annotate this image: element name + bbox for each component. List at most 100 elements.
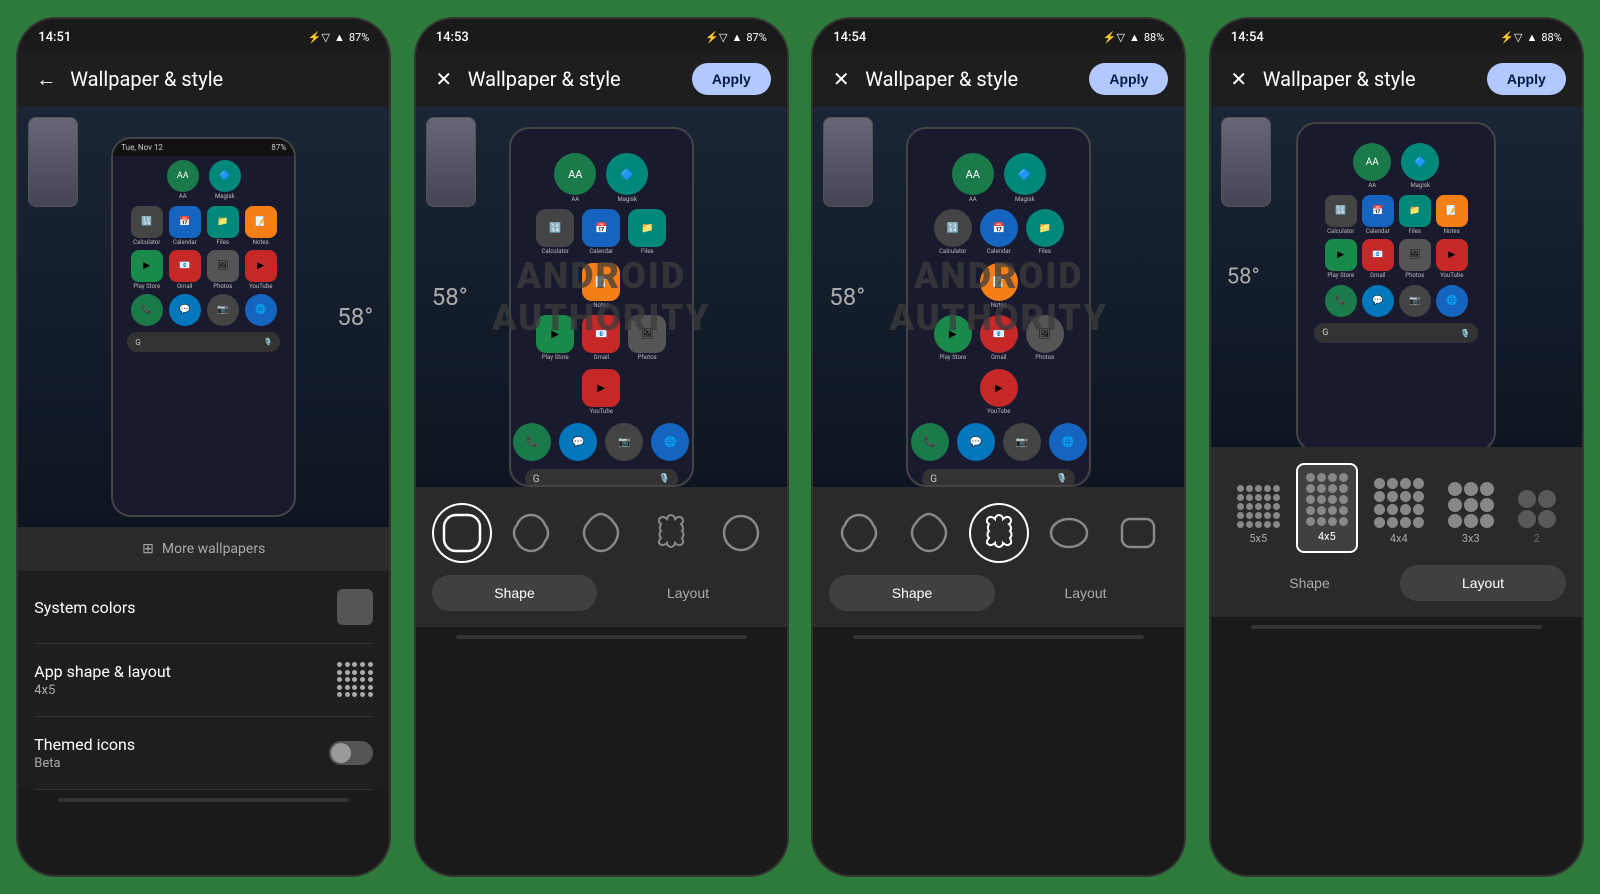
shape-flower-3[interactable] <box>969 503 1029 563</box>
tab-row-4: Shape Layout <box>1227 565 1566 601</box>
shape-circle-3[interactable] <box>1039 503 1099 563</box>
pip-status-1: Tue, Nov 12 87% <box>113 139 294 156</box>
themed-icons-row[interactable]: Themed icons Beta <box>34 717 373 790</box>
pip-icon-magisk: 🔷 Magisk <box>209 160 241 200</box>
signal-icon-1: ⚡▽ <box>308 31 330 44</box>
pip-icon-img-aa: AA <box>167 160 199 192</box>
themed-icons-title: Themed icons <box>34 735 135 754</box>
system-colors-row[interactable]: System colors <box>34 571 373 644</box>
layout-4x5[interactable]: 4x5 <box>1296 463 1358 553</box>
pip-gmail: 📧Gmail <box>169 250 201 290</box>
home-indicator-1 <box>58 798 349 802</box>
pip-cam: 📷 <box>207 294 239 326</box>
pip-files: 📁Files <box>207 206 239 246</box>
squircle-svg <box>440 511 484 555</box>
wallpaper-thumb-3[interactable] <box>823 117 873 207</box>
layout-4x4[interactable]: 4x4 <box>1366 470 1432 553</box>
status-icons-3: ⚡▽ ▲ 88% <box>1103 31 1164 44</box>
layout-4x5-grid <box>1306 473 1348 526</box>
wallpaper-preview-3: ANDROID AUTHORITY AAAA 🔷Magisk 🔢Calculat… <box>813 107 1184 487</box>
layout-3x3-grid <box>1448 482 1494 528</box>
shape-squircle[interactable] <box>432 503 492 563</box>
shape-tab-2[interactable]: Shape <box>432 575 598 611</box>
top-bar-1: ← Wallpaper & style <box>18 51 389 107</box>
wifi-icon-2: ▲ <box>731 31 742 44</box>
app-shape-title: App shape & layout <box>34 662 171 681</box>
phone-in-phone-4: AAAA 🔷Magisk 🔢Calculator 📅Calendar 📁File… <box>1296 122 1496 447</box>
blob2-svg <box>579 511 623 555</box>
shape-blob1[interactable] <box>502 503 562 563</box>
shape-blob1-3[interactable] <box>829 503 889 563</box>
top-bar-title-1: Wallpaper & style <box>70 67 373 91</box>
wifi-icon-1: ▲ <box>334 31 345 44</box>
apply-button-3[interactable]: Apply <box>1089 63 1168 95</box>
shape-flower[interactable] <box>641 503 701 563</box>
pip-time-1: Tue, Nov 12 <box>121 143 163 152</box>
shape-roundrect-3[interactable] <box>1108 503 1168 563</box>
apply-button-2[interactable]: Apply <box>692 63 771 95</box>
battery-3: 88% <box>1144 31 1164 44</box>
shape-blob2-3[interactable] <box>899 503 959 563</box>
pip-icon-aa: AA AA <box>167 160 199 200</box>
layout-5x5[interactable]: 5x5 <box>1229 477 1288 553</box>
layout-tab-4[interactable]: Layout <box>1400 565 1566 601</box>
signal-icon-3: ⚡▽ <box>1103 31 1125 44</box>
status-time-4: 14:54 <box>1231 30 1264 45</box>
tab-row-3: Shape Layout <box>829 575 1168 611</box>
close-button-4[interactable]: ✕ <box>1227 67 1251 91</box>
shape-tab-3[interactable]: Shape <box>829 575 995 611</box>
shape-tab-4[interactable]: Shape <box>1227 565 1393 601</box>
status-time-2: 14:53 <box>436 30 469 45</box>
close-button-2[interactable]: ✕ <box>432 67 456 91</box>
layout-tab-2[interactable]: Layout <box>605 575 771 611</box>
wifi-icon-3: ▲ <box>1129 31 1140 44</box>
layout-more[interactable]: 2 <box>1510 482 1564 553</box>
layout-3x3[interactable]: 3x3 <box>1440 474 1502 553</box>
wallpaper-thumb-1[interactable] <box>28 117 78 207</box>
close-button-3[interactable]: ✕ <box>829 67 853 91</box>
home-indicator-4 <box>1251 625 1542 629</box>
back-button-1[interactable]: ← <box>34 67 58 92</box>
shape-options-2 <box>432 503 771 563</box>
status-time-1: 14:51 <box>38 30 71 45</box>
layout-more-label: 2 <box>1534 532 1540 545</box>
wifi-icon-4: ▲ <box>1526 31 1537 44</box>
home-indicator-2 <box>456 635 747 639</box>
wallpaper-bg-4: AAAA 🔷Magisk 🔢Calculator 📅Calendar 📁File… <box>1211 107 1582 447</box>
layout-3x3-label: 3x3 <box>1462 532 1480 545</box>
layout-options-4: 5x5 <box>1227 463 1566 553</box>
layout-panel-4: 5x5 <box>1211 447 1582 617</box>
wallpaper-bg-1: Tue, Nov 12 87% AA AA 🔷 <box>18 107 389 527</box>
wallpaper-thumb-2[interactable] <box>426 117 476 207</box>
more-wallpapers-btn-1[interactable]: ⊞ More wallpapers <box>18 527 389 571</box>
pip-battery-1: 87% <box>271 143 286 152</box>
status-time-3: 14:54 <box>833 30 866 45</box>
app-shape-row[interactable]: App shape & layout 4x5 <box>34 644 373 717</box>
wallpaper-bg-3: ANDROID AUTHORITY AAAA 🔷Magisk 🔢Calculat… <box>813 107 1184 487</box>
phone1: 14:51 ⚡▽ ▲ 87% ← Wallpaper & style Tue, … <box>16 17 391 877</box>
top-bar-2: ✕ Wallpaper & style Apply <box>416 51 787 107</box>
pip-chrome: 🌐 <box>245 294 277 326</box>
layout-tab-3[interactable]: Layout <box>1003 575 1169 611</box>
shape-circle[interactable] <box>711 503 771 563</box>
status-icons-2: ⚡▽ ▲ 87% <box>705 31 766 44</box>
home-indicator-3 <box>853 635 1144 639</box>
wallpaper-thumb-4[interactable] <box>1221 117 1271 207</box>
layout-4x4-label: 4x4 <box>1390 532 1408 545</box>
screenshots-container: 14:51 ⚡▽ ▲ 87% ← Wallpaper & style Tue, … <box>0 0 1600 894</box>
wallpaper-bg-2: ANDROID AUTHORITY AAAA 🔷Magisk 🔢Calculat… <box>416 107 787 487</box>
camera-notch-4 <box>1390 29 1402 41</box>
phone3-wrapper: 14:54 ⚡▽ ▲ 88% ✕ Wallpaper & style Apply… <box>800 10 1198 884</box>
shape-blob2[interactable] <box>571 503 631 563</box>
apply-button-4[interactable]: Apply <box>1487 63 1566 95</box>
shape-panel-3: Shape Layout <box>813 487 1184 627</box>
tab-row-2: Shape Layout <box>432 575 771 611</box>
themed-icons-toggle[interactable] <box>329 741 373 765</box>
system-colors-title: System colors <box>34 598 135 617</box>
signal-icon-4: ⚡▽ <box>1500 31 1522 44</box>
shape-panel-2: Shape Layout <box>416 487 787 627</box>
top-bar-title-4: Wallpaper & style <box>1263 67 1475 91</box>
status-icons-1: ⚡▽ ▲ 87% <box>308 31 369 44</box>
system-colors-swatch <box>337 589 373 625</box>
themed-icons-subtitle: Beta <box>34 756 135 771</box>
